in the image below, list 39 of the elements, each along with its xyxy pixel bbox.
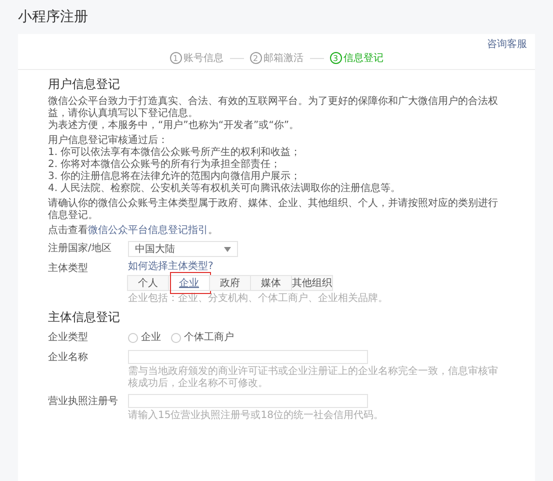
body-text: 4. 人民法院、检察院、公安机关等有权机关可向腾讯依法调取你的注册信息等。 (48, 183, 402, 195)
radio-label: 企业 (141, 330, 161, 345)
section-title: 主体信息登记 (48, 309, 121, 326)
body-text: 3. 你的注册信息将在法律允许的范围内向微信用户展示； (48, 171, 302, 182)
input-field[interactable] (128, 394, 368, 408)
body-text: 用户信息登记审核通过后： (48, 135, 169, 146)
section-title: 用户信息登记 (48, 76, 121, 93)
radio-label: 个体工商户 (184, 330, 234, 345)
input-field[interactable] (128, 350, 368, 364)
field-label: 营业执照注册号 (48, 394, 119, 409)
body-text: 微信公众平台致力于打造真实、合法、有效的互联网平台。为了更好的保障你和广大微信用户的合法权益，请你认真填写以下登记信息。 (48, 96, 499, 120)
body-text: 2. 你将对本微信公众账号的所有行为承担全部责任； (48, 159, 282, 170)
step-item: 1 账号信息 (170, 51, 224, 65)
body-text: 请确认你的微信公众账号主体类型属于政府、媒体、企业、其他组织、个人，并请按照对应的类别进行信息登记。 (48, 198, 499, 222)
help-link[interactable]: 咨询客服 (487, 37, 527, 51)
caret-icon (224, 246, 231, 252)
body-text: 点击查看 (48, 225, 88, 236)
field-label: 注册国家/地区 (48, 242, 112, 256)
step-item: 3 信息登记 (330, 51, 384, 65)
field-label: 主体类型 (48, 262, 89, 276)
body-text: 。 (208, 225, 218, 236)
body-text: 为表述方便，本服务中，“用户”也称为“开发者”或“你”。 (48, 120, 300, 132)
type-tab[interactable]: 其他组织 (291, 275, 333, 291)
help-link[interactable]: 如何选择主体类型? (128, 261, 388, 273)
field-label: 企业名称 (48, 350, 89, 365)
radio-button[interactable] (128, 333, 138, 343)
field-label: 企业类型 (48, 330, 89, 345)
page-title: 小程序注册 (18, 8, 89, 26)
hint-text: 请输入15位营业执照注册号或18位的统一社会信用代码。 (128, 410, 384, 422)
type-tab[interactable]: 政府 (209, 275, 251, 291)
type-tab[interactable]: 媒体 (250, 275, 292, 291)
type-tab[interactable]: 企业 (168, 275, 210, 291)
country-select[interactable]: 中国大陆 (128, 241, 238, 257)
guide-link[interactable]: 微信公众平台信息登记指引 (88, 225, 208, 236)
type-tab[interactable]: 个人 (127, 275, 169, 291)
step-item: 2 邮箱激活 (250, 51, 304, 65)
hint-text: 需与当地政府颁发的商业许可证书或企业注册证上的企业名称完全一致，信息审核审核成功后，企业名称不可修改。 (128, 366, 499, 390)
radio-button[interactable] (171, 333, 181, 343)
body-text: 1. 你可以依法享有本微信公众账号所产生的权利和收益； (48, 147, 302, 158)
